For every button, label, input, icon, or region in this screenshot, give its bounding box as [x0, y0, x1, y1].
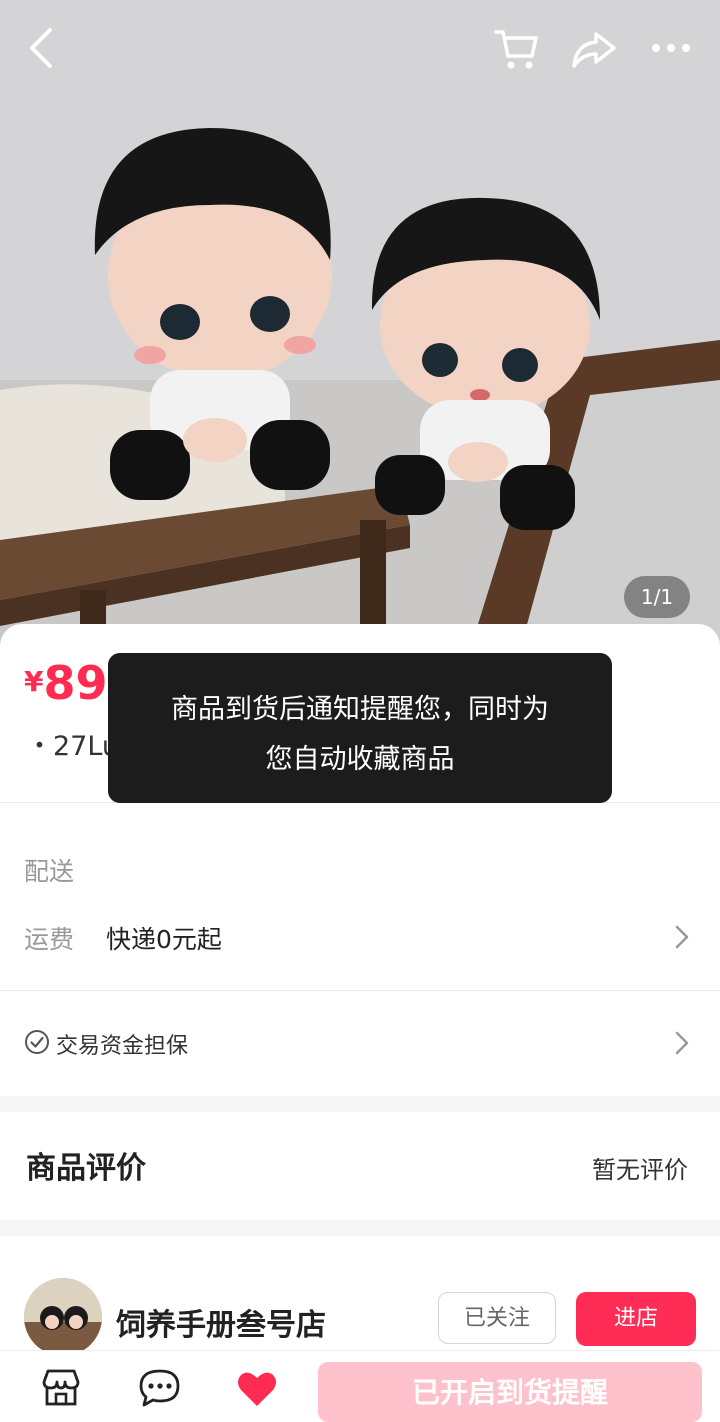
price: ¥89 — [24, 656, 108, 710]
divider — [0, 990, 720, 991]
shipping-fee-value: 快递0元起 — [106, 925, 222, 954]
section-gap — [0, 1220, 720, 1236]
currency-symbol: ¥ — [24, 665, 44, 698]
reviews-title: 商品评价 — [26, 1151, 146, 1186]
toast-notification: 商品到货后通知提醒您，同时为 您自动收藏商品 — [108, 653, 612, 803]
cart-icon[interactable] — [492, 26, 540, 72]
more-dots-icon[interactable] — [648, 34, 694, 62]
section-gap — [0, 1096, 720, 1112]
image-counter: 1/1 — [624, 576, 690, 618]
product-image[interactable]: 1/1 — [0, 0, 720, 650]
shipping-fee-label: 运费 — [24, 925, 75, 954]
check-circle-icon — [24, 1029, 50, 1059]
toast-line-2: 您自动收藏商品 — [265, 744, 455, 775]
toast-line-1: 商品到货后通知提醒您，同时为 — [171, 694, 549, 725]
shop-icon[interactable] — [40, 1368, 82, 1412]
chevron-right-icon — [674, 1030, 690, 1060]
restock-reminder-button[interactable]: 已开启到货提醒 — [318, 1362, 702, 1422]
delivery-section-label: 配送 — [24, 857, 75, 886]
guarantee-label: 交易资金担保 — [56, 1034, 189, 1059]
chevron-right-icon — [674, 924, 690, 954]
enter-shop-button[interactable]: 进店 — [576, 1292, 696, 1346]
follow-button[interactable]: 已关注 — [438, 1292, 556, 1344]
chat-icon[interactable] — [138, 1368, 182, 1412]
heart-icon[interactable] — [236, 1370, 278, 1412]
price-value: 89 — [43, 656, 108, 710]
reviews-status: 暂无评价 — [592, 1156, 688, 1184]
share-icon[interactable] — [570, 26, 618, 72]
shop-avatar[interactable] — [24, 1278, 102, 1356]
shop-name[interactable]: 饲养手册叁号店 — [116, 1300, 326, 1344]
back-arrow-icon[interactable] — [22, 24, 62, 72]
